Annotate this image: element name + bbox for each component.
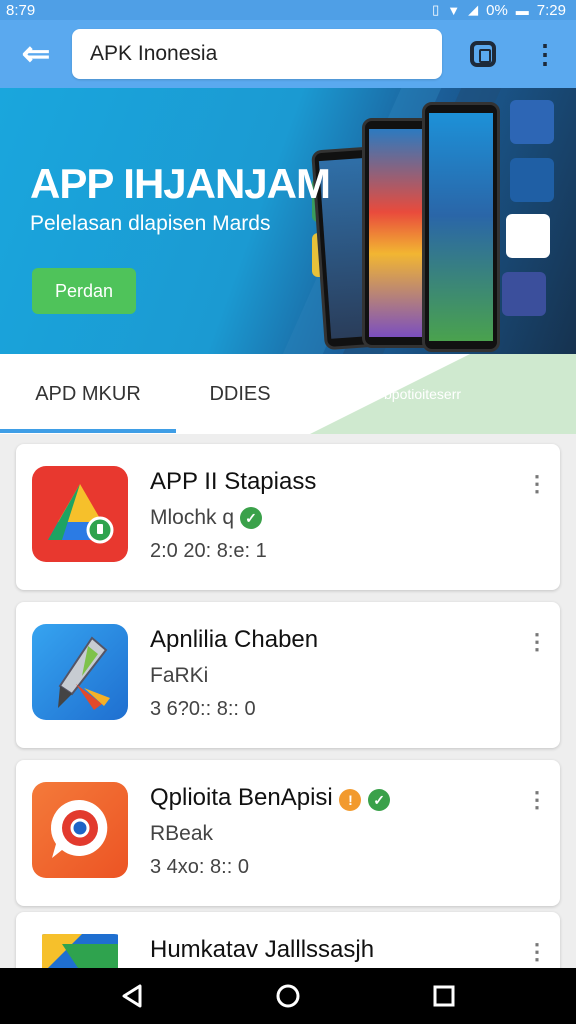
app-name: Apnlilia Chaben (150, 626, 319, 653)
nav-home-icon[interactable] (274, 982, 302, 1010)
app-developer-label: FaRKi (150, 664, 209, 687)
promo-banner[interactable]: APP IHJANJAM Pelelasan dlapisen Mards Pe… (0, 88, 576, 354)
tab-promo[interactable]: bpotioiteserr (310, 354, 576, 434)
status-time-left: 8:79 (6, 1, 36, 19)
tab-promo-label: bpotioiteserr (384, 386, 462, 402)
item-more-button[interactable]: ⋮ (526, 624, 548, 660)
pen-tool-icon (32, 624, 128, 720)
app-meta: 2:0 20: 8:e: 1 (150, 540, 267, 562)
battery-percent: 0% (486, 1, 508, 19)
app-developer: FaRKi (150, 664, 208, 688)
app-developer-label: RBeak (150, 822, 214, 845)
app-meta: 3 4xo: 8:: 0 (150, 856, 249, 878)
app-name-label: Qplioita BenApisi (150, 784, 333, 811)
tab-bar: APD MKUR DDIES bpotioiteserr (0, 354, 576, 434)
banner-title: APP IHJANJAM (30, 160, 331, 207)
app-name: Qplioita BenApisi ! ✓ (150, 784, 391, 812)
status-icons: ▯ ▼ ◢ 0% ▬ 7:29 (432, 2, 566, 19)
badge-orange-icon: ! (339, 789, 362, 811)
app-list-item[interactable]: Qplioita BenApisi ! ✓ RBeak 3 4xo: 8:: 0… (16, 760, 560, 906)
status-bar: 8:79 ▯ ▼ ◢ 0% ▬ 7:29 (0, 0, 576, 20)
signal-icon: ◢ (468, 2, 479, 17)
tab-active-indicator (0, 429, 176, 433)
nav-back-icon[interactable] (118, 982, 146, 1010)
app-bar: ⇐ APK Inonesia ⋮ (0, 20, 576, 88)
google-drive-icon (32, 466, 128, 562)
app-meta: 3 6?0:: 8:: 0 (150, 698, 256, 720)
banner-app-tile (502, 272, 546, 316)
battery-icon: ▬ (515, 2, 529, 18)
banner-cta-button[interactable]: Perdan (32, 268, 136, 314)
item-more-button[interactable]: ⋮ (526, 934, 548, 970)
search-input[interactable]: APK Inonesia (72, 29, 442, 79)
banner-phone (422, 102, 500, 352)
vibrate-icon: ▯ (432, 2, 440, 17)
status-time-right: 7:29 (536, 1, 566, 19)
app-developer: Mlochk q ✓ (150, 506, 263, 530)
app-name: APP II Stapiass (150, 468, 317, 495)
banner-app-tile (510, 158, 554, 202)
banner-app-tile (506, 214, 550, 258)
chrome-chat-icon (32, 782, 128, 878)
app-developer-label: Mlochk q (150, 506, 235, 529)
app-store-icon[interactable] (470, 41, 496, 67)
item-more-button[interactable]: ⋮ (526, 782, 548, 818)
tab-ddies[interactable]: DDIES (176, 354, 304, 434)
more-options-button[interactable]: ⋮ (532, 38, 558, 70)
verified-check-icon: ✓ (368, 789, 391, 811)
banner-app-tile (510, 100, 554, 144)
tab-apd-mkur[interactable]: APD MKUR (0, 354, 176, 434)
app-list-item[interactable]: Apnlilia Chaben FaRKi 3 6?0:: 8:: 0 ⋮ (16, 602, 560, 748)
wifi-icon: ▼ (447, 2, 461, 18)
nav-recents-icon[interactable] (430, 982, 458, 1010)
back-button[interactable]: ⇐ (0, 20, 72, 88)
app-list-item[interactable]: APP II Stapiass Mlochk q ✓ 2:0 20: 8:e: … (16, 444, 560, 590)
app-name: Humkatav Jalllssasjh (150, 936, 375, 963)
banner-subtitle: Pelelasan dlapisen Mards (30, 212, 271, 235)
arrow-back-icon: ⇐ (21, 35, 51, 73)
system-nav-bar (0, 968, 576, 1024)
item-more-button[interactable]: ⋮ (526, 466, 548, 502)
verified-check-icon: ✓ (240, 507, 263, 529)
app-developer: RBeak (150, 822, 213, 846)
